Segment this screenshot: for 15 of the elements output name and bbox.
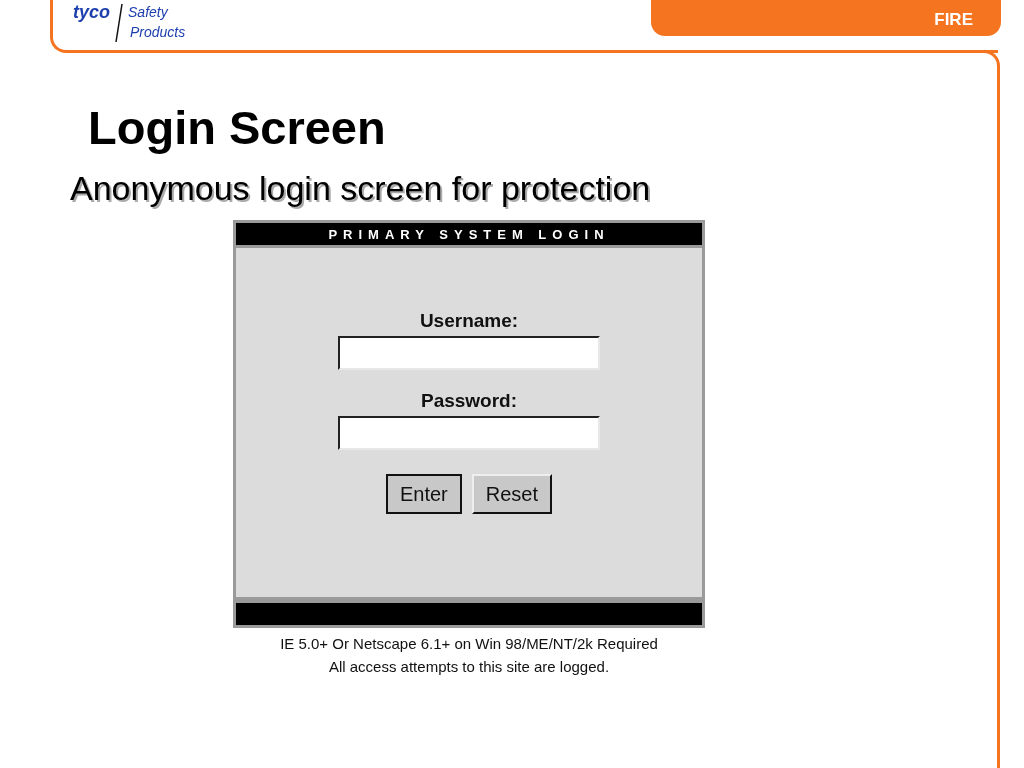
field-label: Password: <box>420 390 518 412</box>
logo-text: Products <box>130 23 186 42</box>
field-label: Username: <box>419 310 519 332</box>
slide-title: Login Screen <box>88 100 386 156</box>
slide-subtitle: Anonymous login screen for protection <box>70 169 651 208</box>
login-title-bar: PRIMARY SYSTEM LOGIN <box>233 220 705 248</box>
logo-text: Safety <box>128 3 170 22</box>
notice-text: IE 5.0+ Or Netscape 6.1+ on Win 98/ME/NT/2k Required <box>280 634 658 654</box>
input-field[interactable] <box>338 336 600 370</box>
form-button[interactable]: Reset <box>471 474 553 514</box>
form-button[interactable]: Enter <box>385 474 462 514</box>
notice-text: All access attempts to this site are logged. <box>328 657 610 677</box>
slash-icon <box>114 2 124 44</box>
input-field[interactable] <box>338 416 600 450</box>
logo-mark: tyco <box>73 2 110 23</box>
